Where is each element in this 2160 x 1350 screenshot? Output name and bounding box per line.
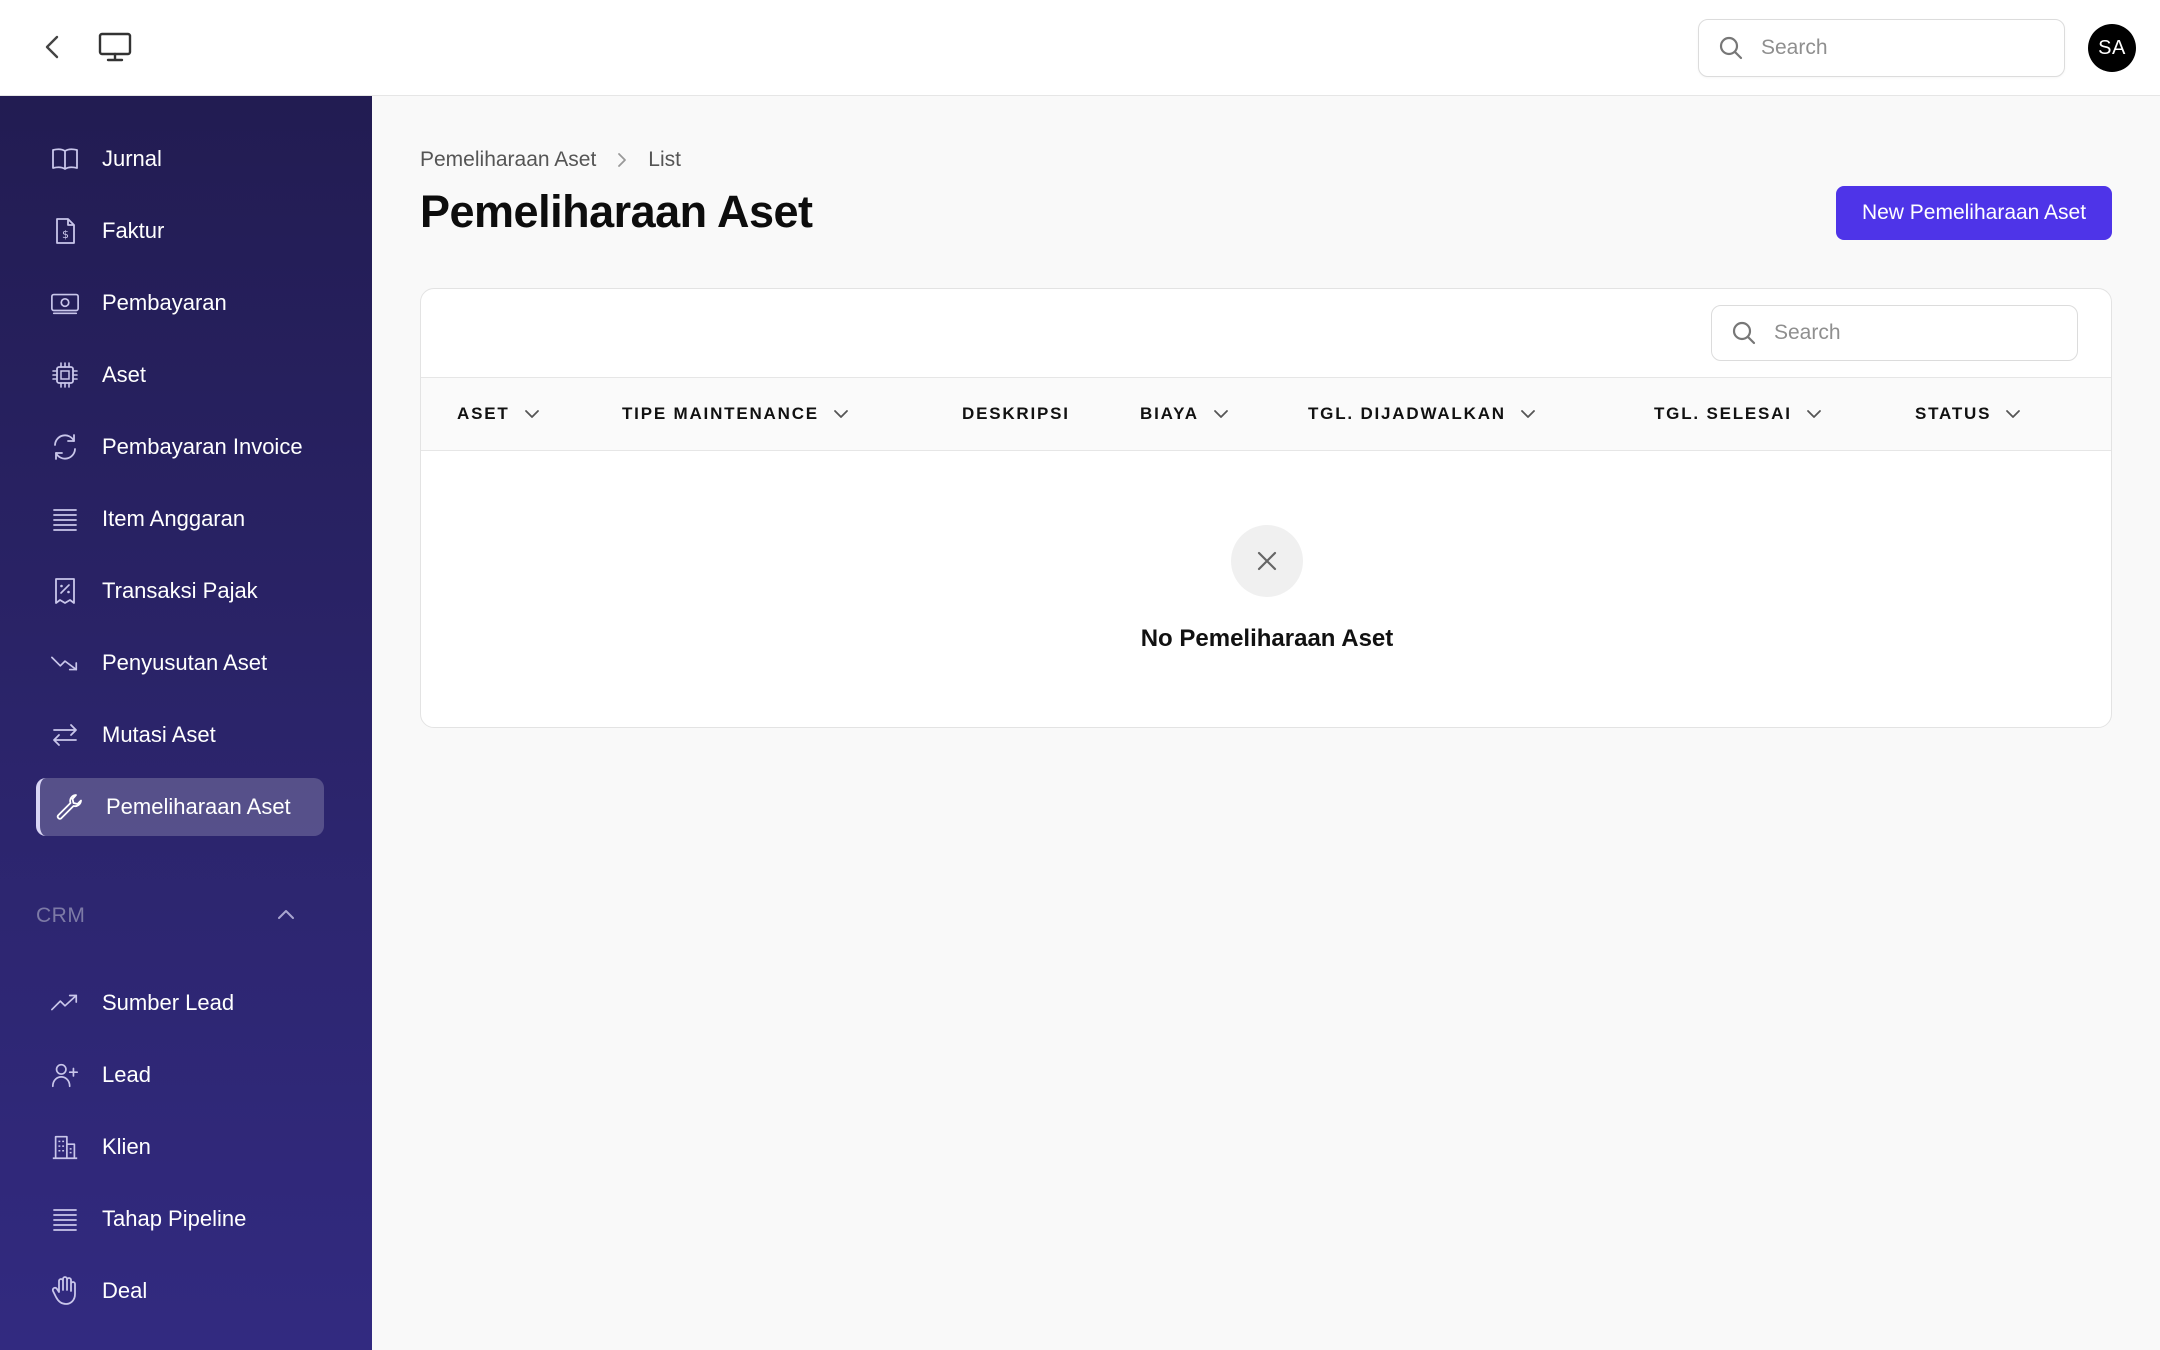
sidebar-item-klien[interactable]: Klien [36, 1118, 324, 1176]
search-icon [1730, 319, 1758, 347]
close-icon [1231, 525, 1303, 597]
new-pemeliharaan-aset-button[interactable]: New Pemeliharaan Aset [1836, 186, 2112, 240]
chevron-right-icon [616, 151, 628, 169]
sidebar-item-mutasi-aset[interactable]: Mutasi Aset [36, 706, 324, 764]
sidebar-item-transaksi-pajak[interactable]: Transaksi Pajak [36, 562, 324, 620]
column-header-label: STATUS [1915, 404, 1992, 423]
sidebar-item-lead[interactable]: Lead [36, 1046, 324, 1104]
column-header-status[interactable]: STATUS [1915, 378, 2021, 450]
refresh-icon [50, 432, 80, 462]
building-office-icon [50, 1132, 80, 1162]
back-icon[interactable] [36, 30, 70, 64]
sidebar-item-label: Pembayaran [102, 290, 227, 315]
svg-text:$: $ [62, 228, 69, 241]
column-header-deskripsi: DESKRIPSI [962, 378, 1070, 450]
column-header-tgl-dijadwalkan[interactable]: TGL. DIJADWALKAN [1308, 378, 1536, 450]
column-header-label: TIPE MAINTENANCE [622, 404, 819, 423]
top-bar: SA [0, 0, 2160, 96]
breadcrumb-current: List [648, 148, 681, 171]
trending-down-icon [50, 648, 80, 678]
sidebar-item-label: Jurnal [102, 146, 162, 171]
sidebar-section-crm: CRM [36, 904, 86, 927]
sidebar-item-pemeliharaan-aset[interactable]: Pemeliharaan Aset [36, 778, 324, 836]
book-open-icon [50, 144, 80, 174]
receipt-percent-icon [50, 576, 80, 606]
table-header: ASET TIPE MAINTENANCE DESKRIPSI BIAYA TG… [421, 377, 2111, 451]
sidebar-item-label: Klien [102, 1134, 151, 1159]
stacked-lines-icon [50, 1204, 80, 1234]
sidebar-item-label: Pembayaran Invoice [102, 434, 303, 459]
sidebar: Jurnal $ Faktur Pembayaran Aset Pembayar… [0, 96, 372, 1350]
sidebar-item-penyusutan-aset[interactable]: Penyusutan Aset [36, 634, 324, 692]
breadcrumb: Pemeliharaan Aset List [420, 146, 681, 174]
sidebar-item-label: Penyusutan Aset [102, 650, 268, 675]
column-header-label: ASET [457, 404, 510, 423]
chevron-up-icon[interactable] [272, 900, 300, 928]
chevron-down-icon [1213, 409, 1229, 419]
banknote-icon [50, 288, 80, 318]
empty-state-message: No Pemeliharaan Aset [1140, 625, 1394, 652]
search-icon [1717, 34, 1745, 62]
sidebar-item-pembayaran[interactable]: Pembayaran [36, 274, 324, 332]
user-avatar[interactable]: SA [2088, 24, 2136, 72]
column-header-label: TGL. DIJADWALKAN [1308, 404, 1506, 423]
sidebar-item-jurnal[interactable]: Jurnal [36, 130, 324, 188]
sidebar-item-label: Lead [102, 1062, 151, 1087]
sidebar-item-item-anggaran[interactable]: Item Anggaran [36, 490, 324, 548]
sidebar-item-aset[interactable]: Aset [36, 346, 324, 404]
sidebar-item-pembayaran-invoice[interactable]: Pembayaran Invoice [36, 418, 324, 476]
sidebar-item-label: Tahap Pipeline [102, 1206, 247, 1231]
column-header-tipe-maintenance[interactable]: TIPE MAINTENANCE [622, 378, 849, 450]
cpu-chip-icon [50, 360, 80, 390]
chevron-down-icon [833, 409, 849, 419]
column-header-tgl-selesai[interactable]: TGL. SELESAI [1654, 378, 1822, 450]
breadcrumb-parent[interactable]: Pemeliharaan Aset [420, 148, 596, 172]
column-header-biaya[interactable]: BIAYA [1140, 378, 1229, 450]
hand-raised-icon [50, 1276, 80, 1306]
monitor-icon[interactable] [96, 28, 134, 66]
chevron-down-icon [1520, 409, 1536, 419]
column-header-label: DESKRIPSI [962, 404, 1070, 423]
sidebar-item-label: Mutasi Aset [102, 722, 216, 747]
arrows-right-left-icon [50, 720, 80, 750]
global-search-input[interactable] [1761, 36, 2041, 60]
column-header-aset[interactable]: ASET [457, 378, 540, 450]
global-search[interactable] [1698, 19, 2065, 77]
trending-up-icon [50, 988, 80, 1018]
page-title: Pemeliharaan Aset [420, 186, 813, 237]
sidebar-item-tahap-pipeline[interactable]: Tahap Pipeline [36, 1190, 324, 1248]
sidebar-item-label: Aset [102, 362, 147, 387]
chevron-down-icon [1806, 409, 1822, 419]
document-dollar-icon: $ [50, 216, 80, 246]
sidebar-item-label: Faktur [102, 218, 165, 243]
table-search[interactable] [1711, 305, 2078, 361]
sidebar-item-label: Transaksi Pajak [102, 578, 258, 603]
sidebar-item-faktur[interactable]: $ Faktur [36, 202, 324, 260]
column-header-label: TGL. SELESAI [1654, 404, 1792, 423]
sidebar-item-label: Sumber Lead [102, 990, 235, 1015]
table-search-input[interactable] [1774, 321, 2054, 345]
stacked-lines-icon [50, 504, 80, 534]
sidebar-item-sumber-lead[interactable]: Sumber Lead [36, 974, 324, 1032]
sidebar-item-label: Item Anggaran [102, 506, 246, 531]
user-plus-icon [50, 1060, 80, 1090]
sidebar-item-deal[interactable]: Deal [36, 1262, 324, 1320]
sidebar-item-label: Deal [102, 1278, 148, 1303]
wrench-icon [54, 792, 84, 822]
chevron-down-icon [524, 409, 540, 419]
chevron-down-icon [2005, 409, 2021, 419]
column-header-label: BIAYA [1140, 404, 1199, 423]
table-card: ASET TIPE MAINTENANCE DESKRIPSI BIAYA TG… [420, 288, 2112, 728]
sidebar-item-label: Pemeliharaan Aset [106, 794, 291, 819]
